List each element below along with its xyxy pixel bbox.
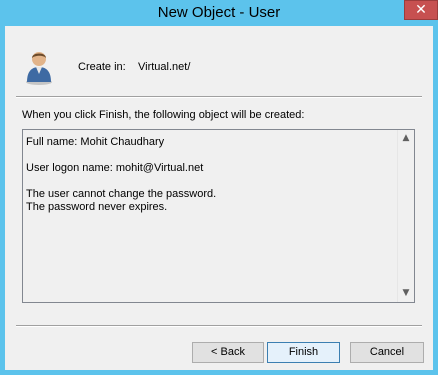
cancel-button[interactable]: Cancel xyxy=(350,342,424,363)
finish-button[interactable]: Finish xyxy=(267,342,340,363)
window-title: New Object - User xyxy=(157,4,281,21)
create-in-value: Virtual.net/ xyxy=(138,61,191,73)
create-in-label: Create in: xyxy=(78,61,126,73)
summary-content: Full name: Mohit Chaudhary User logon na… xyxy=(26,136,396,214)
dialog-body: Create in: Virtual.net/ When you click F… xyxy=(5,26,433,370)
back-button[interactable]: < Back xyxy=(192,342,264,363)
summary-textbox[interactable]: Full name: Mohit Chaudhary User logon na… xyxy=(22,129,415,303)
title-bar[interactable]: New Object - User ✕ xyxy=(0,0,438,26)
summary-logon-name: User logon name: mohit@Virtual.net xyxy=(26,162,204,174)
scroll-up-icon[interactable]: ▲ xyxy=(398,130,414,147)
close-button[interactable]: ✕ xyxy=(404,0,438,20)
bottom-divider xyxy=(16,325,422,327)
dialog-window: New Object - User ✕ Create in: Virtual.n… xyxy=(0,0,438,375)
instruction-text: When you click Finish, the following obj… xyxy=(22,109,305,121)
close-icon: ✕ xyxy=(415,2,427,18)
scroll-down-icon[interactable]: ▼ xyxy=(398,285,414,302)
vertical-scrollbar[interactable]: ▲ ▼ xyxy=(397,130,414,302)
top-divider xyxy=(16,96,422,98)
summary-password-note-2: The password never expires. xyxy=(26,201,168,213)
summary-password-note-1: The user cannot change the password. xyxy=(26,188,217,200)
user-icon xyxy=(26,52,52,85)
summary-full-name: Full name: Mohit Chaudhary xyxy=(26,136,165,148)
